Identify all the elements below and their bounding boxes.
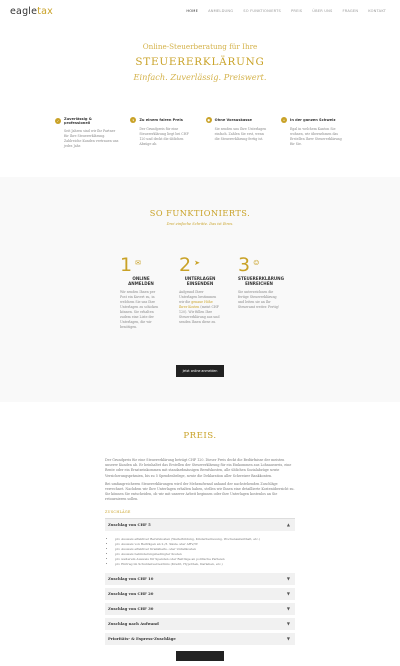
how-title: SO FUNKTIONIERTS. xyxy=(149,208,251,218)
menu-item-preis[interactable]: PREIS xyxy=(286,7,307,15)
step-item: 1 ✉ ONLINE ANMELDEN Wir senden Ihnen per … xyxy=(120,256,162,330)
accordion-label: Zuschlag von CHF 30 xyxy=(108,606,154,612)
chevron-up-icon: ▲ xyxy=(286,522,290,528)
feature-item: ● Ohne Vorauskasse Sie senden uns Ihre Un… xyxy=(205,117,270,169)
tag-icon: $ xyxy=(130,117,137,123)
site-logo[interactable]: eagletax xyxy=(10,6,53,17)
plane-icon: ➤ xyxy=(194,259,200,267)
feature-text: Der Grundpreis für eine Steuererklärung … xyxy=(139,127,189,146)
steps-row: 1 ✉ ONLINE ANMELDEN Wir senden Ihnen per … xyxy=(0,256,400,330)
surcharge-accordion: Zuschlag von CHF 5 ▲ pro Ausweis effektiv… xyxy=(105,517,295,645)
accordion-label: Prioritäts- & Express-Zuschläge xyxy=(108,636,176,642)
menu-item-anmeldung[interactable]: ANMELDUNG xyxy=(203,7,238,15)
top-navigation: eagletax HOME ANMELDUNG SO FUNKTIONIERTS… xyxy=(0,0,400,22)
step-text: Wir senden Ihnen per Post ein Kuvert zu,… xyxy=(120,290,159,329)
chevron-down-icon: ▼ xyxy=(286,636,290,642)
accordion-body-chf5: pro Ausweis effektiver Berufskosten (Wei… xyxy=(105,533,295,573)
register-online-button[interactable]: Jetzt online anmelden xyxy=(176,365,224,377)
logo-accent: tax xyxy=(37,5,53,17)
feature-title: Ohne Vorauskasse xyxy=(214,118,252,122)
chevron-down-icon: ▼ xyxy=(286,576,290,582)
price-description: Der Grundpreis für eine Steuererklärung … xyxy=(105,458,295,503)
feature-title: Zuverlässig & professionell xyxy=(64,117,92,125)
menu-item-kontakt[interactable]: KONTAKT xyxy=(363,7,391,15)
menu-item-fragen[interactable]: FRAGEN xyxy=(338,7,364,15)
envelope-icon: ✉ xyxy=(135,259,141,267)
step-title: UNTERLAGEN EINSENDEN xyxy=(184,276,216,286)
how-it-works-section: SO FUNKTIONIERTS. Drei einfache Schritte… xyxy=(0,177,400,402)
feature-text: Egal in welchem Kanton Sie wohnen, wir ü… xyxy=(289,127,342,146)
step-item: 3 ☺ STEUERERKLÄRUNG EINREICHEN Sie unterz… xyxy=(238,254,284,330)
menu-item-so-funktionierts[interactable]: SO FUNKTIONIERTS xyxy=(238,7,286,15)
feature-title: In der ganzen Schweiz xyxy=(289,118,336,122)
accordion-label: Zuschlag von CHF 20 xyxy=(108,591,154,597)
hero-line-1: Online-Steuerberatung für Ihre xyxy=(142,42,258,51)
flag-icon: + xyxy=(280,117,287,123)
step-text: Aufgrund Ihrer Unterlagen bestimmen wir … xyxy=(179,290,221,325)
step-title: ONLINE ANMELDEN xyxy=(128,276,154,286)
accordion-label: Zuschlag von CHF 5 xyxy=(108,522,151,528)
chevron-down-icon: ▼ xyxy=(286,621,290,627)
accordion-header-chf10[interactable]: Zuschlag von CHF 10 ▼ xyxy=(105,572,295,585)
hero-tagline: Einfach. Zuverlässig. Preiswert. xyxy=(133,72,267,82)
step-number: 1 xyxy=(120,254,133,276)
lock-icon: ● xyxy=(205,117,212,123)
step-number: 2 xyxy=(179,254,192,276)
step-number: 3 xyxy=(238,254,251,276)
price-paragraph: Bei umfangreicheren Steuererklärungen wi… xyxy=(105,481,295,502)
features-row: ✓ Zuverlässig & professionell Seit Jahren… xyxy=(0,117,400,169)
accordion-header-aufwand[interactable]: Zuschlag nach Aufwand ▼ xyxy=(105,617,295,630)
step-item: 2 ➤ UNTERLAGEN EINSENDEN Aufgrund Ihrer U… xyxy=(179,256,221,330)
smile-icon: ☺ xyxy=(253,259,260,267)
hero-section: Online-Steuerberatung für Ihre STEUERERK… xyxy=(0,22,400,82)
accordion-header-chf20[interactable]: Zuschlag von CHF 20 ▼ xyxy=(105,587,295,600)
price-paragraph: Der Grundpreis für eine Steuererklärung … xyxy=(105,458,292,478)
logo-main: eagle xyxy=(10,5,38,17)
feature-item: $ Zu einem fairen Preis Der Grundpreis fü… xyxy=(130,117,194,169)
how-subtitle: Drei einfache Schritte. Das ist Ihres. xyxy=(166,222,234,226)
feature-item: ✓ Zuverlässig & professionell Seit Jahren… xyxy=(55,117,119,169)
main-menu: HOME ANMELDUNG SO FUNKTIONIERTS PREIS ÜB… xyxy=(181,7,391,15)
feature-title: Zu einem fairen Preis xyxy=(139,118,183,122)
feature-item: + In der ganzen Schweiz Egal in welchem K… xyxy=(280,117,345,169)
step-text: Sie unterzeichnen die fertige Steuererkl… xyxy=(238,290,280,309)
accordion-header-chf5[interactable]: Zuschlag von CHF 5 ▲ xyxy=(105,518,295,531)
surcharges-label: ZUSCHLÄGE xyxy=(105,509,131,514)
price-title: PREIS. xyxy=(183,431,217,441)
bottom-cta-button[interactable] xyxy=(176,650,224,661)
accordion-header-express[interactable]: Prioritäts- & Express-Zuschläge ▼ xyxy=(105,632,295,645)
chevron-down-icon: ▼ xyxy=(286,591,290,597)
accordion-label: Zuschlag von CHF 10 xyxy=(108,576,154,582)
check-icon: ✓ xyxy=(55,118,61,124)
hero-line-2: STEUERERKLÄRUNG xyxy=(135,56,265,68)
menu-item-home[interactable]: HOME xyxy=(181,7,203,15)
accordion-label: Zuschlag nach Aufwand xyxy=(108,621,159,627)
accordion-header-chf30[interactable]: Zuschlag von CHF 30 ▼ xyxy=(105,602,295,615)
chevron-down-icon: ▼ xyxy=(286,606,290,612)
list-item: pro Eintrag im Schuldenverzeichnis (Kred… xyxy=(115,562,291,567)
menu-item-ueber-uns[interactable]: ÜBER UNS xyxy=(307,7,337,15)
step-title: STEUERERKLÄRUNG EINREICHEN xyxy=(238,276,284,286)
feature-text: Sie senden uns Ihre Unterlagen einfach. … xyxy=(214,127,267,141)
feature-text: Seit Jahren sind wir Ihr Partner für Ihr… xyxy=(64,129,119,148)
